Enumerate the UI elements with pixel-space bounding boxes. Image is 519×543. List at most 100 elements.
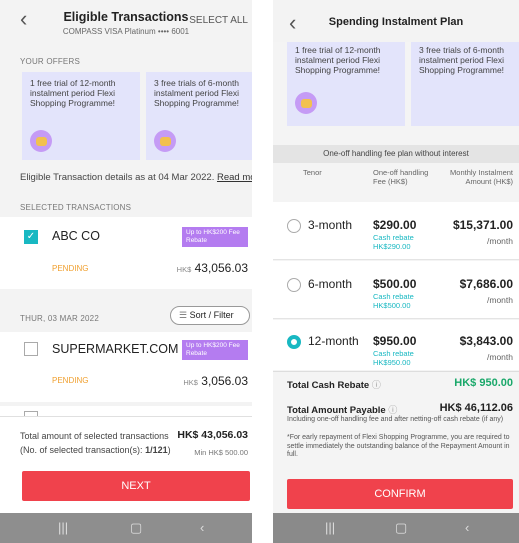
- rebate-value: HK$500.00: [373, 301, 411, 310]
- total-value: HK$ 43,056.03: [177, 429, 248, 441]
- checkbox-unchecked-icon[interactable]: [24, 342, 38, 356]
- plan-fee: $290.00: [373, 218, 417, 232]
- status-badge: PENDING: [52, 376, 89, 385]
- card-subtitle: COMPASS VISA Platinum •••• 6001: [62, 27, 190, 36]
- radio-unselected-icon[interactable]: [287, 219, 301, 233]
- plan-row-3m[interactable]: 3-month $290.00 Cash rebate HK$290.00 $1…: [273, 202, 519, 260]
- table-title: One-off handling fee plan without intere…: [273, 145, 519, 163]
- offer-badge-icon: [30, 130, 52, 152]
- offer-text: 1 free trial of 12-month instalment peri…: [295, 45, 381, 75]
- offers-label: YOUR OFFERS: [20, 57, 80, 66]
- header: ‹ Spending Instalment Plan: [273, 0, 519, 42]
- system-nav-bar: ||| ▢ ‹: [273, 513, 519, 543]
- total-payable-label: Total Amount Payable ⓘ: [287, 403, 397, 416]
- early-repayment-note: *For early repayment of Flexi Shopping P…: [287, 434, 510, 458]
- minimum-amount: Min HK$ 500.00: [194, 448, 248, 457]
- date-label: THUR, 03 MAR 2022: [20, 314, 99, 323]
- col-tenor: Tenor: [303, 168, 322, 177]
- transaction-amount: HK$ 43,056.03: [177, 261, 248, 275]
- transaction-row[interactable]: SUPERMARKET.COM Up to HK$200 Fee Rebate …: [0, 332, 252, 402]
- instalment-plan-screen: ‹ Spending Instalment Plan 1 free trial …: [273, 0, 519, 543]
- offer-card-6m[interactable]: 3 free trials of 6-month instalment peri…: [411, 42, 519, 126]
- table-header: Tenor One-off handling Fee (HK$) Monthly…: [273, 163, 519, 199]
- rebate-label: Cash rebate: [373, 233, 414, 242]
- plan-fee: $500.00: [373, 277, 417, 291]
- total-payable-text: Total Amount Payable: [287, 405, 386, 416]
- total-payable-value: HK$ 46,112.06: [439, 402, 513, 414]
- total-rebate-text: Total Cash Rebate: [287, 380, 370, 391]
- next-button[interactable]: NEXT: [22, 471, 250, 501]
- rebate-value: HK$950.00: [373, 358, 411, 367]
- filter-icon: ☰: [179, 310, 188, 320]
- total-label: Total amount of selected transactions: [20, 431, 169, 441]
- col-fee: One-off handling Fee (HK$): [373, 168, 429, 186]
- count-label: (No. of selected transaction(s):: [20, 445, 143, 455]
- offer-text: 3 free trials of 6-month instalment peri…: [154, 78, 240, 108]
- sort-filter-button[interactable]: ☰ Sort / Filter: [170, 306, 250, 325]
- offer-card-12m[interactable]: 1 free trial of 12-month instalment peri…: [22, 72, 140, 160]
- plan-monthly: $7,686.00: [459, 277, 513, 291]
- summary-panel: Total Cash Rebate ⓘ HK$ 950.00 Total Amo…: [273, 371, 519, 513]
- rebate-label: Cash rebate: [373, 292, 414, 301]
- merchant-name: SUPERMARKET.COM: [52, 342, 179, 356]
- checkbox-checked-icon[interactable]: ✓: [24, 230, 38, 244]
- summary-footer: Total amount of selected transactions HK…: [0, 416, 252, 513]
- col-monthly: Monthly Instalment Amount (HK$): [450, 168, 513, 186]
- offer-text: 3 free trials of 6-month instalment peri…: [419, 45, 505, 75]
- plan-fee: $950.00: [373, 334, 417, 348]
- details-note: Eligible Transaction details as at 04 Ma…: [20, 172, 252, 183]
- back-nav-icon[interactable]: ‹: [200, 520, 204, 535]
- per-month: /month: [487, 295, 513, 305]
- home-icon[interactable]: ▢: [130, 520, 142, 536]
- offer-badge-icon: [295, 92, 317, 114]
- count-line: (No. of selected transaction(s): 1/121): [20, 445, 171, 455]
- confirm-button[interactable]: CONFIRM: [287, 479, 513, 509]
- transaction-amount: HK$ 3,056.03: [183, 374, 248, 388]
- read-more-link[interactable]: Read more: [217, 172, 252, 183]
- radio-unselected-icon[interactable]: [287, 278, 301, 292]
- total-rebate-value: HK$ 950.00: [454, 377, 513, 389]
- system-nav-bar: ||| ▢ ‹: [0, 513, 252, 543]
- home-icon[interactable]: ▢: [395, 520, 407, 536]
- total-rebate-label: Total Cash Rebate ⓘ: [287, 378, 381, 391]
- plan-row-12m[interactable]: 12-month $950.00 Cash rebate HK$950.00 $…: [273, 320, 519, 370]
- select-all-button[interactable]: SELECT ALL: [189, 15, 248, 26]
- per-month: /month: [487, 352, 513, 362]
- fee-rebate-badge: Up to HK$200 Fee Rebate: [182, 340, 248, 360]
- back-nav-icon[interactable]: ‹: [465, 520, 469, 535]
- eligible-transactions-screen: ‹ Eligible Transactions COMPASS VISA Pla…: [0, 0, 252, 543]
- offer-badge-icon: [154, 130, 176, 152]
- recent-apps-icon[interactable]: |||: [58, 520, 68, 535]
- currency: HK$: [176, 265, 192, 274]
- offer-text: 1 free trial of 12-month instalment peri…: [30, 78, 116, 108]
- recent-apps-icon[interactable]: |||: [325, 520, 335, 535]
- payable-note: Including one-off handling fee and after…: [287, 416, 504, 423]
- radio-selected-icon[interactable]: [287, 335, 301, 349]
- amount-value: 43,056.03: [194, 261, 248, 275]
- sort-filter-label: Sort / Filter: [189, 310, 234, 320]
- amount-value: 3,056.03: [201, 374, 248, 388]
- offer-card-12m[interactable]: 1 free trial of 12-month instalment peri…: [287, 42, 405, 126]
- per-month: /month: [487, 236, 513, 246]
- plan-tenor: 6-month: [308, 277, 353, 291]
- currency: HK$: [183, 378, 198, 387]
- plan-row-6m[interactable]: 6-month $500.00 Cash rebate HK$500.00 $7…: [273, 261, 519, 319]
- details-text: Eligible Transaction details as at 04 Ma…: [20, 172, 215, 183]
- plan-tenor: 12-month: [308, 334, 359, 348]
- count-value: 1/121: [145, 445, 168, 455]
- transaction-row[interactable]: ✓ ABC CO Up to HK$200 Fee Rebate PENDING…: [0, 217, 252, 289]
- plan-monthly: $3,843.00: [459, 334, 513, 348]
- merchant-name: ABC CO: [52, 229, 100, 243]
- fee-rebate-badge: Up to HK$200 Fee Rebate: [182, 227, 248, 247]
- selected-transactions-label: SELECTED TRANSACTIONS: [20, 203, 132, 212]
- info-icon[interactable]: ⓘ: [388, 405, 397, 415]
- header: ‹ Eligible Transactions COMPASS VISA Pla…: [0, 0, 252, 44]
- plan-tenor: 3-month: [308, 218, 353, 232]
- plan-monthly: $15,371.00: [452, 218, 513, 232]
- rebate-value: HK$290.00: [373, 242, 411, 251]
- list-item-partial: [0, 406, 252, 417]
- rebate-label: Cash rebate: [373, 349, 414, 358]
- offer-card-6m[interactable]: 3 free trials of 6-month instalment peri…: [146, 72, 252, 160]
- status-badge: PENDING: [52, 264, 89, 273]
- info-icon[interactable]: ⓘ: [372, 380, 381, 390]
